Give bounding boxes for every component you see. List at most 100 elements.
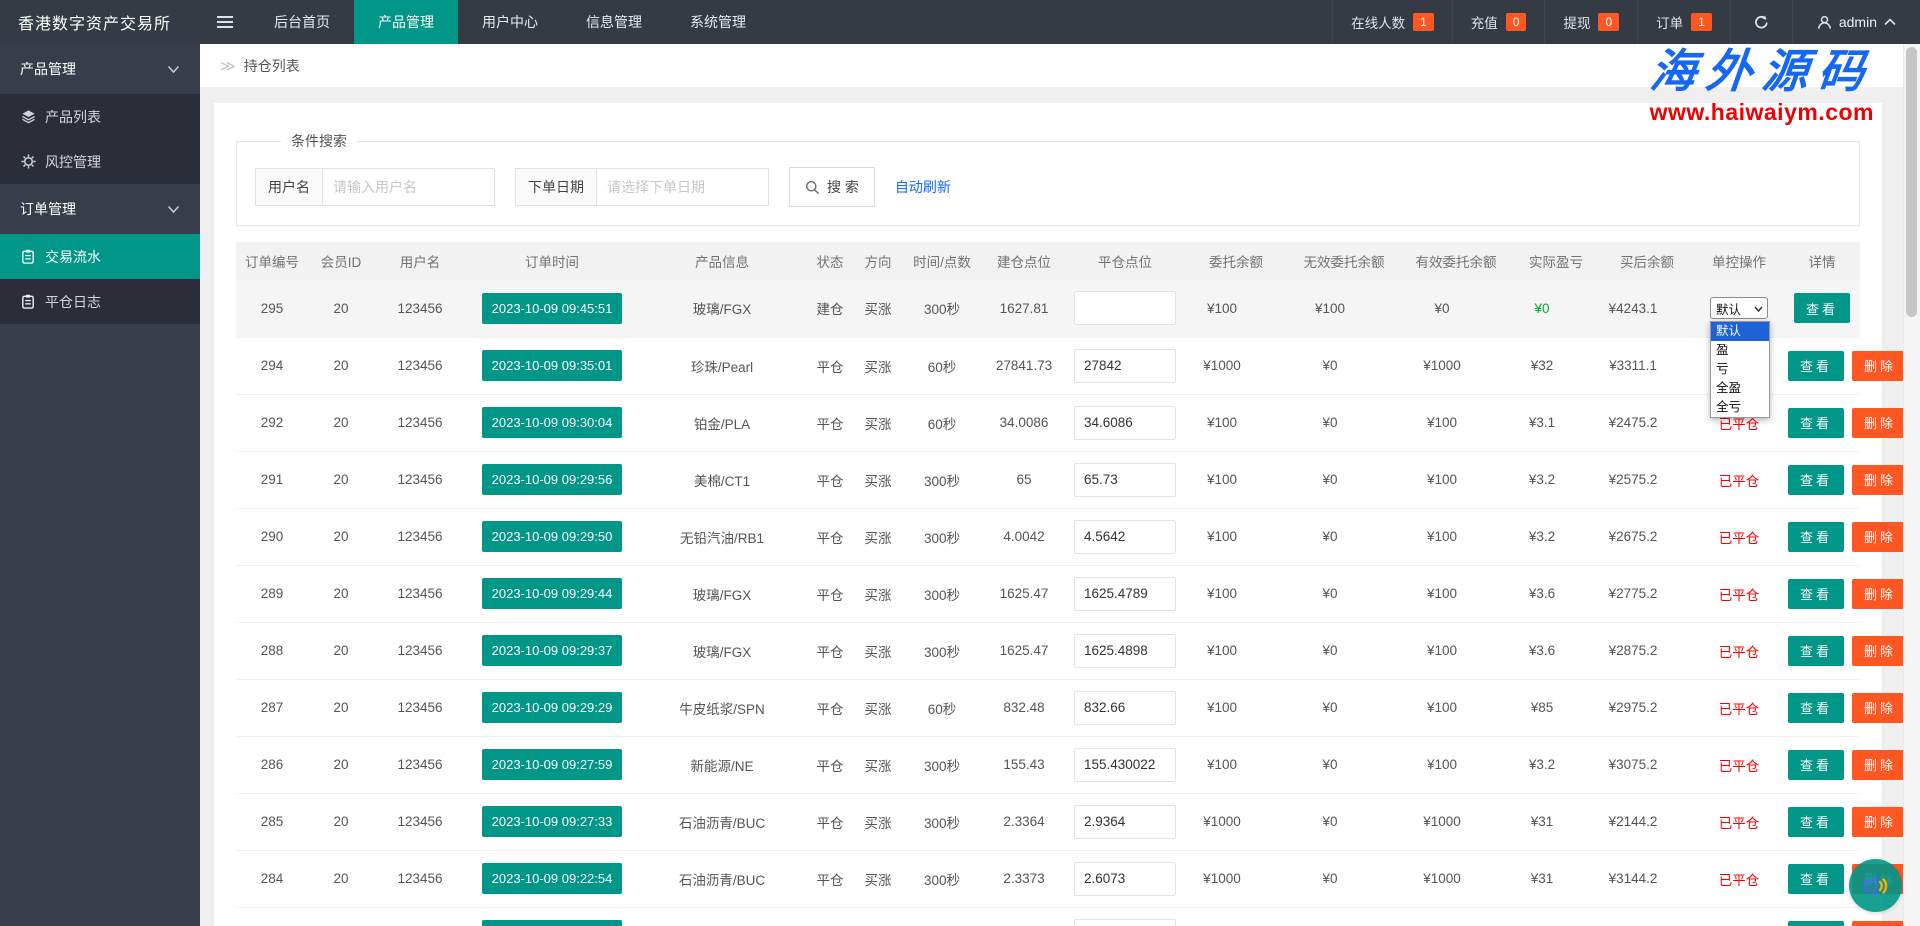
control-select[interactable]: 默认 bbox=[1710, 297, 1768, 320]
control-option-1[interactable]: 盈 bbox=[1711, 341, 1769, 360]
delete-button[interactable]: 删除 bbox=[1852, 692, 1909, 723]
page-scrollbar[interactable] bbox=[1903, 44, 1920, 926]
order-time-badge: 2023-10-09 09:29:50 bbox=[481, 521, 623, 552]
col-header-13: 实际盈亏 bbox=[1512, 242, 1600, 280]
close-point-input[interactable] bbox=[1074, 747, 1176, 782]
view-button[interactable]: 查看 bbox=[1788, 578, 1845, 609]
nav-item-4[interactable]: 系统管理 bbox=[666, 0, 770, 44]
control-option-3[interactable]: 全盈 bbox=[1711, 379, 1769, 398]
delete-button[interactable]: 删除 bbox=[1852, 635, 1909, 666]
search-button[interactable]: 搜 索 bbox=[789, 167, 875, 207]
sidebar-item-1-1[interactable]: 平仓日志 bbox=[0, 279, 200, 324]
nav-item-1[interactable]: 产品管理 bbox=[354, 0, 458, 44]
nav-item-3[interactable]: 信息管理 bbox=[562, 0, 666, 44]
nav-stat-1[interactable]: 充值 0 bbox=[1451, 0, 1545, 44]
view-button[interactable]: 查看 bbox=[1788, 806, 1845, 837]
close-point-input[interactable] bbox=[1074, 519, 1176, 554]
control-select-dropdown: 默认盈亏全盈 全亏 bbox=[1710, 321, 1770, 419]
order-time-badge: 2023-10-09 09:35:01 bbox=[481, 350, 623, 381]
cell-status: 平仓 bbox=[806, 622, 854, 680]
close-point-input[interactable] bbox=[1074, 861, 1176, 896]
close-point-input[interactable] bbox=[1074, 348, 1176, 383]
cell-duration: 300秒 bbox=[902, 280, 982, 338]
sidebar-item-0-0[interactable]: 产品列表 bbox=[0, 94, 200, 139]
control-option-4[interactable]: 全亏 bbox=[1711, 398, 1769, 417]
delete-button[interactable]: 删除 bbox=[1852, 407, 1909, 438]
order-date-input[interactable] bbox=[597, 168, 769, 206]
cell-valid-entrust: ¥1000 bbox=[1400, 850, 1512, 908]
page-title: 持仓列表 bbox=[243, 57, 300, 74]
cell-detail: 查看删除 bbox=[1784, 394, 1909, 452]
nav-stat-3[interactable]: 订单 1 bbox=[1637, 0, 1730, 44]
hamburger-icon[interactable] bbox=[200, 0, 250, 44]
closed-status-text: 已平仓 bbox=[1718, 644, 1760, 660]
sidebar-group-0[interactable]: 产品管理 bbox=[0, 44, 200, 94]
cell-member-id: 20 bbox=[308, 508, 374, 566]
scrollbar-thumb[interactable] bbox=[1906, 47, 1917, 317]
cell-order-id: 286 bbox=[236, 736, 308, 794]
user-menu[interactable]: admin bbox=[1791, 0, 1920, 44]
delete-button[interactable]: 删除 bbox=[1852, 749, 1909, 780]
view-button[interactable]: 查看 bbox=[1788, 350, 1845, 381]
control-option-2[interactable]: 亏 bbox=[1711, 360, 1769, 379]
sidebar-item-0-1[interactable]: 风控管理 bbox=[0, 139, 200, 184]
cell-invalid-entrust: ¥0 bbox=[1288, 394, 1400, 452]
delete-button[interactable]: 删除 bbox=[1852, 464, 1909, 495]
cell-after-balance: ¥2775.2 bbox=[1600, 565, 1694, 623]
close-point-input[interactable] bbox=[1074, 291, 1176, 326]
cell-product: 新能源/NE bbox=[638, 736, 806, 794]
cell-status: 平仓 bbox=[806, 679, 854, 737]
close-point-input[interactable] bbox=[1074, 918, 1176, 926]
close-point-input[interactable] bbox=[1074, 633, 1176, 668]
close-point-input[interactable] bbox=[1074, 804, 1176, 839]
breadcrumb-prefix: ≫ bbox=[220, 57, 236, 75]
delete-button[interactable]: 删除 bbox=[1852, 521, 1909, 552]
nav-stat-0[interactable]: 在线人数 1 bbox=[1332, 0, 1452, 44]
view-button[interactable]: 查看 bbox=[1788, 635, 1845, 666]
view-button[interactable]: 查看 bbox=[1788, 920, 1845, 926]
cell-actual-profit: ¥3.2 bbox=[1512, 736, 1600, 794]
col-header-2: 用户名 bbox=[374, 242, 466, 280]
username-input[interactable] bbox=[323, 168, 495, 206]
sidebar-group-1[interactable]: 订单管理 bbox=[0, 184, 200, 234]
view-button[interactable]: 查看 bbox=[1788, 692, 1845, 723]
close-point-input[interactable] bbox=[1074, 690, 1176, 725]
cell-username: 123456 bbox=[374, 679, 466, 737]
cell-order-time: 2023-10-09 09:29:56 bbox=[466, 451, 638, 509]
top-navbar: 香港数字资产交易所 后台首页 产品管理 用户中心 信息管理 系统管理 在线人数 1 充值 0 提… bbox=[0, 0, 1920, 44]
sound-toggle-button[interactable] bbox=[1849, 859, 1902, 912]
cell-detail: 查看 删除 bbox=[1784, 907, 1909, 926]
auto-refresh-link[interactable]: 自动刷新 bbox=[895, 177, 951, 197]
nav-item-2[interactable]: 用户中心 bbox=[458, 0, 562, 44]
close-point-input[interactable] bbox=[1074, 405, 1176, 440]
delete-button[interactable]: 删除 bbox=[1852, 806, 1909, 837]
view-button[interactable]: 查看 bbox=[1788, 407, 1845, 438]
cell-control: 已平仓 bbox=[1694, 907, 1784, 926]
breadcrumb: ≫ 持仓列表 bbox=[200, 44, 1920, 88]
close-point-input[interactable] bbox=[1074, 462, 1176, 497]
table-row: 291 20 123456 2023-10-09 09:29:56 美棉/CT1 平仓 买涨… bbox=[236, 451, 1909, 509]
cell-open-point: 1627.81 bbox=[982, 280, 1066, 338]
control-option-0[interactable]: 默认 bbox=[1711, 322, 1769, 342]
delete-button[interactable]: 删除 bbox=[1852, 350, 1909, 381]
cell-after-balance: ¥2975.2 bbox=[1600, 679, 1694, 737]
cell-invalid-entrust: ¥0 bbox=[1288, 907, 1400, 926]
cell-detail: 查看删除 bbox=[1784, 565, 1909, 623]
cell-direction: 买涨 bbox=[854, 451, 902, 509]
nav-item-0[interactable]: 后台首页 bbox=[250, 0, 354, 44]
delete-button[interactable]: 删除 bbox=[1852, 578, 1909, 609]
view-button[interactable]: 查看 bbox=[1788, 863, 1845, 894]
sidebar-item-1-0[interactable]: 交易流水 bbox=[0, 234, 200, 279]
view-button[interactable]: 查看 bbox=[1793, 293, 1850, 324]
layers-icon bbox=[20, 109, 36, 125]
delete-button[interactable]: 删除 bbox=[1852, 920, 1909, 926]
cell-close-point bbox=[1066, 622, 1184, 680]
view-button[interactable]: 查看 bbox=[1788, 749, 1845, 780]
view-button[interactable]: 查看 bbox=[1788, 464, 1845, 495]
sidebar-group-label: 订单管理 bbox=[20, 201, 76, 217]
cell-product: 石油沥青/BUC bbox=[638, 793, 806, 851]
nav-stat-2[interactable]: 提现 0 bbox=[1544, 0, 1637, 44]
view-button[interactable]: 查看 bbox=[1788, 521, 1845, 552]
close-point-input[interactable] bbox=[1074, 576, 1176, 611]
refresh-button[interactable] bbox=[1729, 0, 1792, 44]
